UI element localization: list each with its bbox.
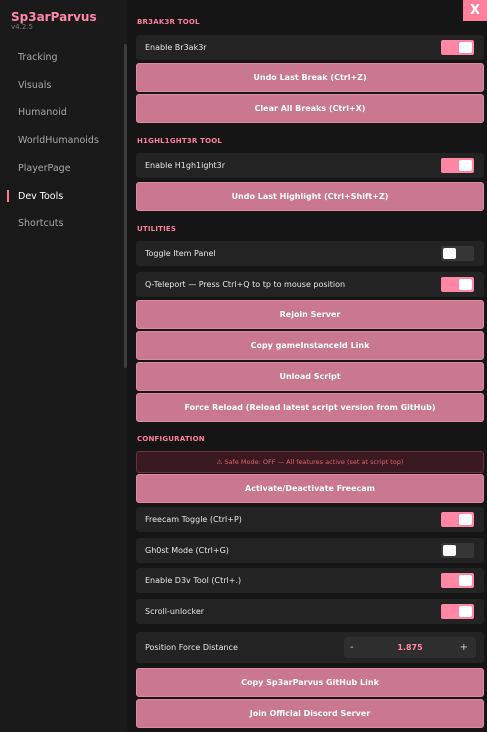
scroll-unlocker-toggle[interactable] bbox=[441, 604, 474, 619]
stepper-increment-button[interactable]: + bbox=[460, 637, 468, 658]
toggle-knob bbox=[459, 514, 472, 525]
toggle-knob bbox=[443, 248, 456, 259]
sidebar-item-visuals[interactable]: Visuals bbox=[18, 80, 51, 91]
breaker-enable-toggle[interactable] bbox=[441, 40, 474, 55]
join-discord-button[interactable]: Join Official Discord Server bbox=[136, 699, 484, 728]
ghost-mode-row: Gh0st Mode (Ctrl+G) bbox=[136, 538, 484, 563]
item-panel-toggle[interactable] bbox=[441, 246, 474, 261]
copy-instance-link-button[interactable]: Copy gameInstanceId Link bbox=[136, 331, 484, 360]
breaker-enable-row: Enable Br3ak3r bbox=[136, 35, 484, 60]
stepper-value[interactable]: 1.875 bbox=[344, 637, 476, 658]
toggle-knob bbox=[459, 575, 472, 586]
highlighter-enable-label: Enable H1gh1ight3r bbox=[145, 161, 226, 170]
dev-tool-row: Enable D3v Tool (Ctrl+.) bbox=[136, 568, 484, 593]
safe-mode-warning: ⚠ Safe Mode: OFF — All features active (… bbox=[136, 451, 484, 473]
breaker-enable-label: Enable Br3ak3r bbox=[145, 43, 207, 52]
toggle-knob bbox=[459, 42, 472, 53]
copy-github-link-button[interactable]: Copy Sp3arParvus GitHub Link bbox=[136, 668, 484, 697]
teleport-label: Q-Teleport — Press Ctrl+Q to tp to mouse… bbox=[145, 280, 346, 289]
undo-last-break-button[interactable]: Undo Last Break (Ctrl+Z) bbox=[136, 63, 484, 92]
dev-tool-toggle[interactable] bbox=[441, 573, 474, 588]
section-configuration-title: CONFIGURATION bbox=[137, 435, 205, 443]
sidebar-item-worldhumanoids[interactable]: WorldHumanoids bbox=[18, 135, 99, 146]
close-button[interactable]: X bbox=[463, 0, 487, 21]
sidebar-item-dev-tools[interactable]: Dev Tools bbox=[18, 191, 63, 202]
ghost-mode-label: Gh0st Mode (Ctrl+G) bbox=[145, 546, 229, 555]
unload-script-button[interactable]: Unload Script bbox=[136, 362, 484, 391]
app-version: v4.2.5 bbox=[11, 23, 33, 31]
undo-last-highlight-button[interactable]: Undo Last Highlight (Ctrl+Shift+Z) bbox=[136, 182, 484, 211]
highlighter-enable-row: Enable H1gh1ight3r bbox=[136, 153, 484, 178]
freecam-toggle-row: Freecam Toggle (Ctrl+P) bbox=[136, 507, 484, 532]
position-force-label: Position Force Distance bbox=[145, 643, 238, 652]
section-utilities-title: UTILITIES bbox=[137, 225, 177, 233]
sidebar-item-humanoid[interactable]: Humanoid bbox=[18, 107, 67, 118]
section-highlighter-title: H1GHL1GHT3R TOOL bbox=[137, 137, 223, 145]
highlighter-enable-toggle[interactable] bbox=[441, 158, 474, 173]
scroll-unlocker-label: Scroll-unlocker bbox=[145, 607, 205, 616]
sidebar-item-shortcuts[interactable]: Shortcuts bbox=[18, 218, 63, 229]
sidebar: Sp3arParvus v4.2.5 Tracking Visuals Huma… bbox=[0, 0, 127, 732]
freecam-toggle[interactable] bbox=[441, 512, 474, 527]
teleport-toggle[interactable] bbox=[441, 277, 474, 292]
rejoin-server-button[interactable]: Rejoin Server bbox=[136, 300, 484, 329]
freecam-toggle-label: Freecam Toggle (Ctrl+P) bbox=[145, 515, 242, 524]
sidebar-item-playerpage[interactable]: PlayerPage bbox=[18, 163, 71, 174]
section-breaker-title: BR3AK3R TOOL bbox=[137, 18, 200, 26]
toggle-knob bbox=[459, 279, 472, 290]
item-panel-row: Toggle Item Panel bbox=[136, 241, 484, 266]
clear-all-breaks-button[interactable]: Clear All Breaks (Ctrl+X) bbox=[136, 94, 484, 123]
sidebar-item-tracking[interactable]: Tracking bbox=[18, 52, 58, 63]
ghost-mode-toggle[interactable] bbox=[441, 543, 474, 558]
active-tab-indicator bbox=[7, 190, 9, 202]
position-force-stepper: - 1.875 + bbox=[344, 637, 476, 658]
dev-tool-label: Enable D3v Tool (Ctrl+.) bbox=[145, 576, 242, 585]
toggle-knob bbox=[443, 545, 456, 556]
position-force-row: Position Force Distance - 1.875 + bbox=[136, 632, 484, 663]
force-reload-button[interactable]: Force Reload (Reload latest script versi… bbox=[136, 393, 484, 422]
toggle-knob bbox=[459, 160, 472, 171]
teleport-row: Q-Teleport — Press Ctrl+Q to tp to mouse… bbox=[136, 272, 484, 297]
item-panel-label: Toggle Item Panel bbox=[145, 249, 216, 258]
freecam-activate-button[interactable]: Activate/Deactivate Freecam bbox=[136, 474, 484, 503]
scroll-unlocker-row: Scroll-unlocker bbox=[136, 599, 484, 624]
app-title: Sp3arParvus bbox=[11, 10, 97, 24]
toggle-knob bbox=[459, 606, 472, 617]
